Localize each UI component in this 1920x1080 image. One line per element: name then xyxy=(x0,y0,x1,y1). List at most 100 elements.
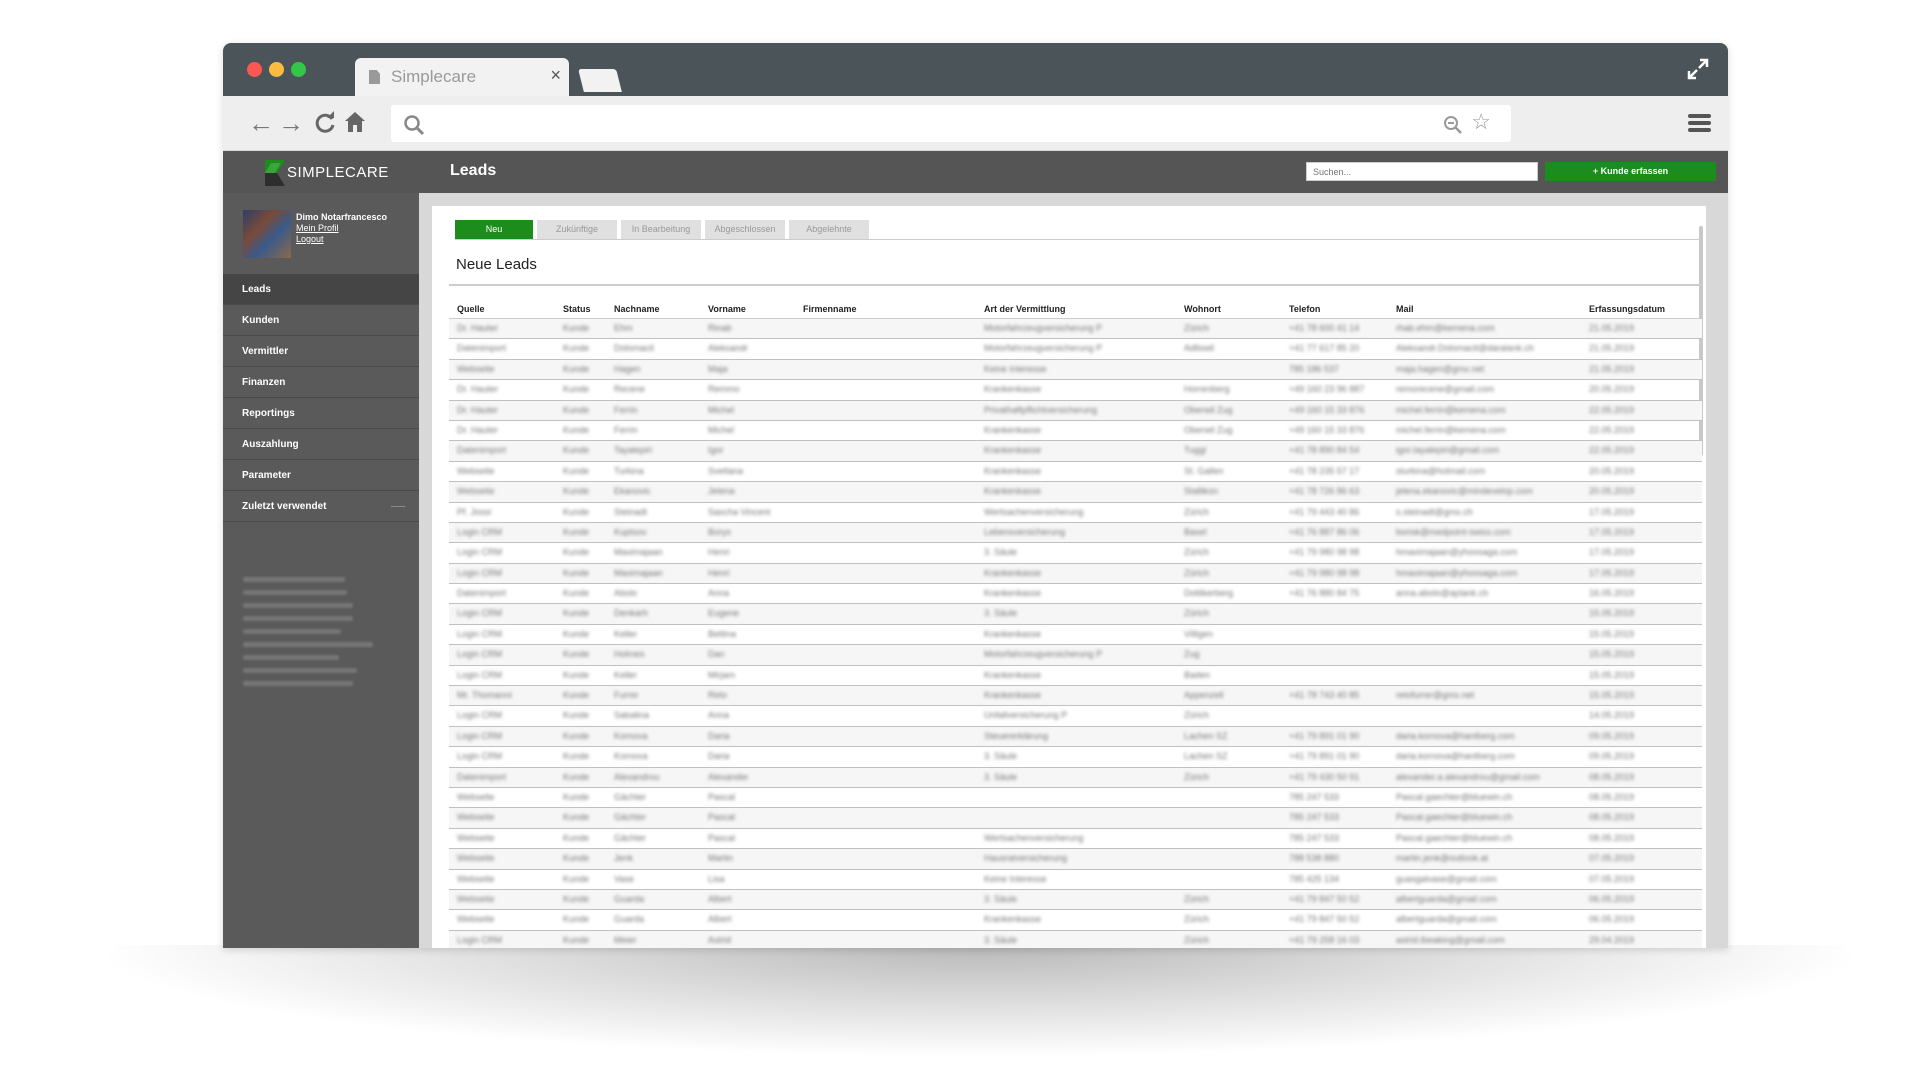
table-cell: Pf. Jossi xyxy=(457,506,492,517)
sidebar-item-parameter[interactable]: Parameter xyxy=(223,460,419,491)
table-row[interactable]: Datenimport Kunde Dolomacit Aleksandr Motorf… xyxy=(449,339,1702,360)
forward-icon[interactable]: → xyxy=(278,110,304,136)
table-row[interactable]: Dr. Hauter Kunde Ehm Rinab Motorfahrzeugvers… xyxy=(449,319,1702,340)
tab-close-icon[interactable]: × xyxy=(550,65,561,86)
minimize-window-button[interactable] xyxy=(269,62,284,77)
column-header-telefon[interactable]: Telefon xyxy=(1289,304,1320,314)
table-row[interactable]: Login CRM Kunde Kornova Daria 3. Säule Lachen… xyxy=(449,747,1702,768)
home-icon[interactable] xyxy=(343,110,367,134)
recent-item[interactable] xyxy=(243,681,353,686)
table-row[interactable]: Login CRM Kunde Meier Astrid 3. Säule Zürich +… xyxy=(449,930,1702,948)
tab-title: Simplecare xyxy=(391,67,477,86)
tab-neu[interactable]: Neu xyxy=(455,220,533,239)
tab-abgelehnte[interactable]: Abgelehnte xyxy=(789,220,869,239)
table-row[interactable]: Login CRM Kunde Holmes Dan Motorfahrzeugvers… xyxy=(449,645,1702,666)
sidebar-item-vermittler[interactable]: Vermittler xyxy=(223,336,419,367)
close-window-button[interactable] xyxy=(247,62,262,77)
column-header-status[interactable]: Status xyxy=(563,304,591,314)
bookmark-star-icon[interactable]: ☆ xyxy=(1471,110,1491,134)
table-cell: 785 247 533 xyxy=(1289,812,1340,823)
table-row[interactable]: Datenimport Kunde Abolo Anna Krankenkasse Dot… xyxy=(449,584,1702,605)
column-header-nachname[interactable]: Nachname xyxy=(614,304,660,314)
table-cell: maja.hagen@gmx.net xyxy=(1396,363,1485,374)
column-header-mail[interactable]: Mail xyxy=(1396,304,1414,314)
table-row[interactable]: Datenimport Kunde Alexandrou Alexander 3. Sä… xyxy=(449,767,1702,788)
sidebar-item-reportings[interactable]: Reportings xyxy=(223,398,419,429)
new-tab-button[interactable] xyxy=(578,69,622,92)
tab-in-bearbeitung[interactable]: In Bearbeitung xyxy=(621,220,701,239)
logout-link[interactable]: Logout xyxy=(296,234,324,244)
recent-item[interactable] xyxy=(243,590,347,595)
sidebar-item-finanzen[interactable]: Finanzen xyxy=(223,367,419,398)
expand-icon[interactable] xyxy=(1686,57,1710,81)
table-cell: Guarda xyxy=(614,893,645,904)
table-cell: Abolo xyxy=(614,588,638,599)
recent-item[interactable] xyxy=(243,655,339,660)
table-row[interactable]: Webseite Kunde Guarda Albert 3. Säule Zürich +… xyxy=(449,889,1702,911)
column-header-vorname[interactable]: Vorname xyxy=(708,304,746,314)
tab-zukuenftige[interactable]: Zukünftige xyxy=(537,220,617,239)
table-row[interactable]: Webseite Kunde Gächter Pascal Wertsachenvers… xyxy=(449,829,1702,850)
table-row[interactable]: Login CRM Kunde Denkarh Eugene 3. Säule Züric… xyxy=(449,604,1702,625)
table-cell: 09.05.2019 xyxy=(1589,730,1635,741)
sidebar-item-leads[interactable]: Leads xyxy=(223,274,419,305)
address-bar[interactable]: ☆ xyxy=(391,105,1511,142)
browser-tab[interactable]: Simplecare × xyxy=(355,58,569,96)
sidebar-item-kunden[interactable]: Kunden xyxy=(223,305,419,336)
table-cell: Kunde xyxy=(563,832,590,843)
recent-item[interactable] xyxy=(243,668,357,673)
table-row[interactable]: Dr. Hauter Kunde Recene Remmo Krankenkasse Ho… xyxy=(449,380,1702,401)
table-row[interactable]: Webseite Kunde Guarda Albert Krankenkasse Zür… xyxy=(449,910,1702,931)
recent-item[interactable] xyxy=(243,629,341,634)
table-cell: Gächter xyxy=(614,791,647,802)
search-input[interactable] xyxy=(1306,162,1538,181)
recent-item[interactable] xyxy=(243,616,353,621)
table-row[interactable]: Webseite Kunde Ekanovic Jelena Krankenkasse S… xyxy=(449,482,1702,503)
table-cell: Martin xyxy=(708,853,734,864)
table-cell: 07.05.2019 xyxy=(1589,873,1635,884)
table-cell: Kornova xyxy=(614,730,648,741)
sidebar-item-recent[interactable]: Zuletzt verwendet xyxy=(223,491,419,522)
column-header-quelle[interactable]: Quelle xyxy=(457,304,485,314)
collapse-icon[interactable] xyxy=(391,506,405,507)
add-customer-button[interactable]: + Kunde erfassen xyxy=(1545,162,1716,181)
column-header-art-der-vermittlung[interactable]: Art der Vermittlung xyxy=(984,304,1066,314)
column-header-wohnort[interactable]: Wohnort xyxy=(1184,304,1221,314)
back-icon[interactable]: ← xyxy=(248,110,274,136)
reload-icon[interactable] xyxy=(313,111,337,135)
table-cell: 08.05.2019 xyxy=(1589,832,1635,843)
table-row[interactable]: Dr. Hauter Kunde Ferrin Michel Privathaftpfl… xyxy=(449,400,1702,421)
table-cell: Kunde xyxy=(563,751,590,762)
zoom-icon[interactable] xyxy=(1443,115,1463,135)
table-row[interactable]: Login CRM Kunde Kuptsov Borys Lebensversiche… xyxy=(449,522,1702,544)
table-cell: jelena.ekanovic@mindevelop.com xyxy=(1396,486,1533,497)
table-row[interactable]: Dr. Hauter Kunde Ferrin Michel Krankenkasse O… xyxy=(449,421,1702,442)
table-row[interactable]: Mr. Thomanni Kunde Furrer Reto Krankenkasse A… xyxy=(449,686,1702,707)
sidebar-item-auszahlung[interactable]: Auszahlung xyxy=(223,429,419,460)
table-cell: Privathaftpflichtversicherung xyxy=(984,404,1098,415)
recent-item[interactable] xyxy=(243,603,353,608)
table-row[interactable]: Datenimport Kunde Tayalepiri Igor Krankenkas… xyxy=(449,441,1702,462)
table-row[interactable]: Pf. Jossi Kunde Steinadt Sascha Vincent Wert… xyxy=(449,503,1702,523)
column-header-firmenname[interactable]: Firmenname xyxy=(803,304,857,314)
table-row[interactable]: Webseite Kunde Turkina Svetlana Krankenkasse… xyxy=(449,462,1702,483)
my-profile-link[interactable]: Mein Profil xyxy=(296,223,339,233)
table-row[interactable]: Login CRM Kunde Maximajaan Henri Krankenkass… xyxy=(449,563,1702,585)
column-header-erfassungsdatum[interactable]: Erfassungsdatum xyxy=(1589,304,1665,314)
table-row[interactable]: Login CRM Kunde Keller Bettina Krankenkasse V… xyxy=(449,625,1702,646)
table-row[interactable]: Webseite Kunde Gächter Pascal 785 247 533 Pas… xyxy=(449,808,1702,829)
zoom-window-button[interactable] xyxy=(291,62,306,77)
table-row[interactable]: Webseite Kunde Gächter Pascal 785 247 533 Pas… xyxy=(449,788,1702,809)
table-cell: daria.kornova@hantberg.com xyxy=(1396,730,1515,741)
table-row[interactable]: Webseite Kunde Hagen Maja Keine Interesse 785… xyxy=(449,359,1702,381)
table-row[interactable]: Webseite Kunde Vase Lisa Keine Interesse 785 … xyxy=(449,870,1702,890)
table-row[interactable]: Login CRM Kunde Keller Mirjam Krankenkasse Ba… xyxy=(449,666,1702,687)
recent-item[interactable] xyxy=(243,642,373,647)
tab-abgeschlossen[interactable]: Abgeschlossen xyxy=(705,220,785,239)
table-row[interactable]: Login CRM Kunde Maximajaan Henri 3. Säule Zür… xyxy=(449,543,1702,564)
table-row[interactable]: Login CRM Kunde Sabalina Anna Unfallversiche… xyxy=(449,706,1702,727)
recent-item[interactable] xyxy=(243,577,345,582)
browser-menu-icon[interactable] xyxy=(1688,114,1711,133)
table-row[interactable]: Webseite Kunde Jenk Martin Hausratversicheru… xyxy=(449,849,1702,870)
table-row[interactable]: Login CRM Kunde Kornova Daria Steuererklärun… xyxy=(449,726,1702,748)
